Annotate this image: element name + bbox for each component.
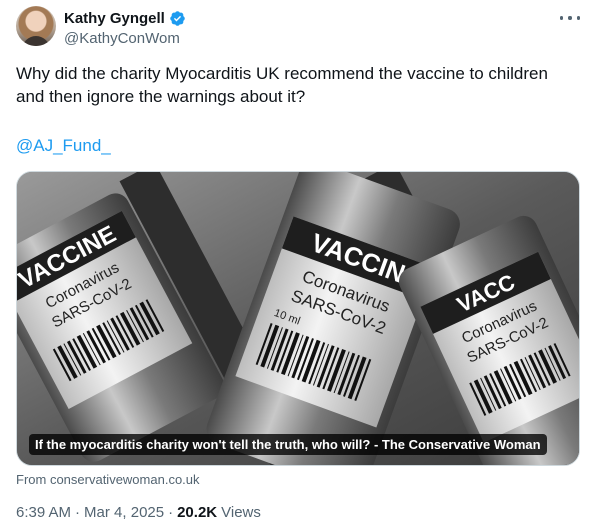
tweet-meta: 6:39 AM · Mar 4, 2025 · 20.2K Views: [16, 504, 261, 521]
views-count[interactable]: 20.2K: [177, 504, 217, 521]
tweet-date[interactable]: Mar 4, 2025: [84, 504, 164, 521]
card-source[interactable]: From conservativewoman.co.uk: [16, 472, 200, 487]
author-names: Kathy Gyngell @KathyConWom: [64, 8, 186, 47]
card-caption[interactable]: If the myocarditis charity won't tell th…: [29, 434, 547, 455]
author-handle[interactable]: @KathyConWom: [64, 30, 186, 47]
tweet-text: Why did the charity Myocarditis UK recom…: [16, 64, 548, 106]
tweet-header: Kathy Gyngell @KathyConWom: [16, 6, 580, 50]
views-label[interactable]: Views: [221, 504, 261, 521]
mention-link[interactable]: @AJ_Fund_: [16, 134, 111, 157]
verified-badge-icon: [170, 10, 185, 26]
meta-separator-1: ·: [75, 504, 81, 521]
more-options-icon[interactable]: [560, 10, 580, 26]
avatar[interactable]: [16, 6, 56, 46]
tweet-time[interactable]: 6:39 AM: [16, 504, 71, 521]
meta-separator-2: ·: [168, 504, 174, 521]
link-card[interactable]: VACCINE Coronavirus SARS-CoV-2 VACCIN Co…: [16, 171, 580, 466]
author-display-name[interactable]: Kathy Gyngell: [64, 10, 165, 27]
card-image: VACCINE Coronavirus SARS-CoV-2 VACCIN Co…: [17, 172, 579, 465]
